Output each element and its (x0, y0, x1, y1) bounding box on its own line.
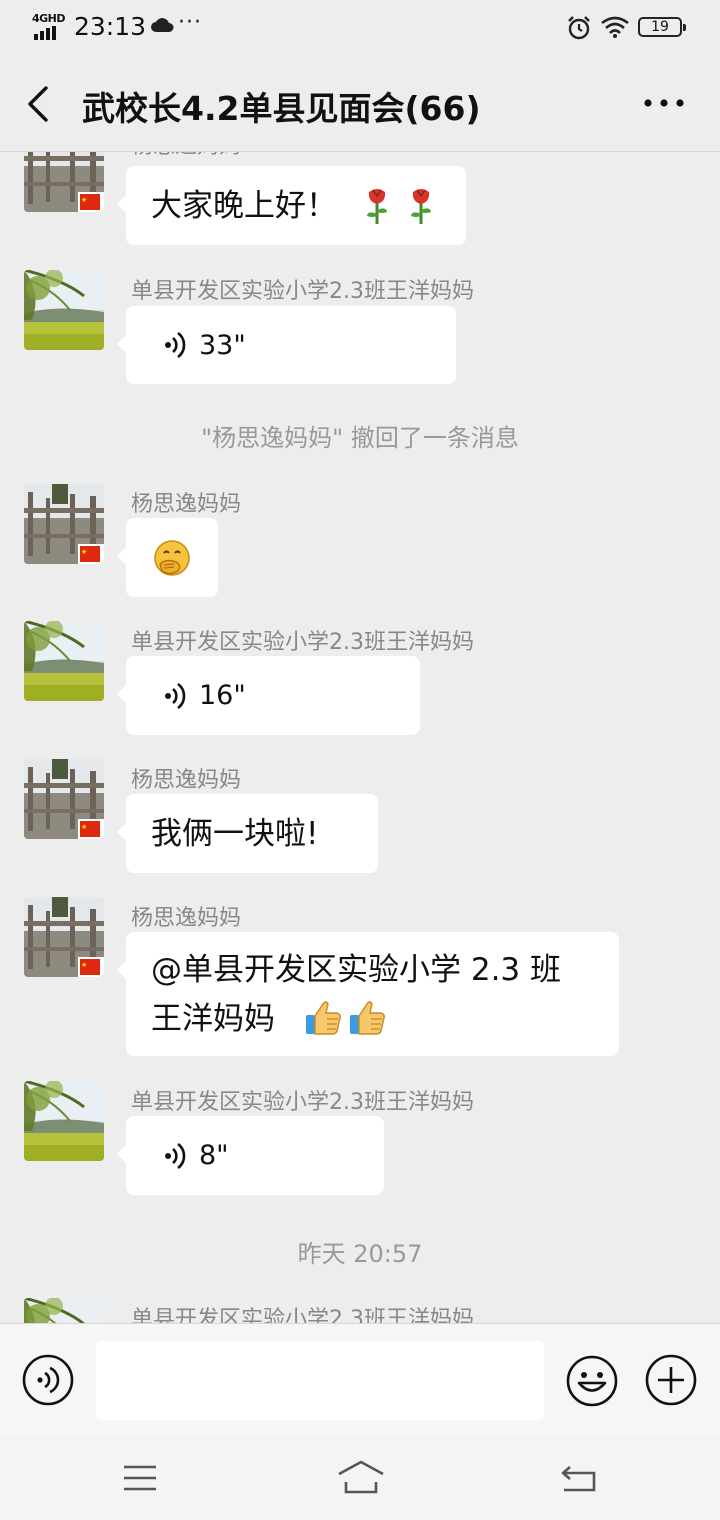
more-horizontal-icon[interactable] (640, 88, 688, 118)
voice-input-icon[interactable] (22, 1354, 74, 1406)
clock-time: 23:13 (74, 12, 147, 41)
alarm-clock-icon (568, 16, 590, 40)
battery-icon: 19 (638, 17, 686, 37)
home-icon[interactable] (336, 1458, 386, 1498)
message-list[interactable]: 杨思逸妈妈 大家晚上好！ 单县开发区实验小学2.3班王洋妈妈 (0, 152, 720, 1323)
status-bar: 4GHD 23:13 ··· 19 (0, 0, 720, 56)
avatar[interactable] (24, 1081, 104, 1161)
avatar[interactable] (24, 152, 104, 212)
message-bubble[interactable]: 我俩一块啦! (117, 794, 378, 873)
network-type-label: 4GHD (32, 12, 66, 25)
message-bubble[interactable]: 大家晚上好！ (117, 166, 466, 245)
cloud-icon (151, 18, 174, 32)
sender-name: 单县开发区实验小学2.3班王洋妈妈 (131, 1090, 474, 1115)
sender-name: 杨思逸妈妈 (131, 492, 242, 517)
avatar[interactable] (24, 759, 104, 839)
back-arrow-icon[interactable] (558, 1458, 602, 1498)
sender-name: 杨思逸妈妈 (131, 768, 242, 793)
rose-emoji-icon (411, 189, 431, 224)
sender-name: 单县开发区实验小学2.3班王洋妈妈 (131, 630, 474, 655)
avatar[interactable] (24, 1298, 104, 1323)
message-bubble[interactable]: 🤭 (117, 518, 218, 597)
voice-wave-icon (163, 331, 186, 359)
timestamp-divider: 昨天 20:57 (297, 1240, 423, 1268)
chat-input-bar (0, 1323, 720, 1436)
voice-message-bubble[interactable]: 8" (117, 1116, 384, 1195)
voice-duration: 8" (199, 1140, 229, 1171)
message-text-line: @单县开发区实验小学 2.3 班 (151, 952, 562, 988)
system-navigation-bar (0, 1436, 720, 1520)
voice-message-bubble[interactable]: 33" (117, 306, 456, 384)
menu-icon[interactable] (118, 1458, 162, 1498)
sender-name: 杨思逸妈妈 (131, 152, 241, 160)
message-input[interactable] (96, 1341, 544, 1420)
thumbs-up-emoji-icon (350, 1001, 385, 1035)
voice-wave-icon (163, 682, 186, 709)
system-notice: "杨思逸妈妈" 撤回了一条消息 (201, 424, 519, 452)
avatar[interactable] (24, 484, 104, 564)
sender-name: 杨思逸妈妈 (131, 906, 242, 931)
message-text: 我俩一块啦! (151, 816, 319, 852)
message-text: 大家晚上好！ (151, 188, 337, 224)
sender-name: 单县开发区实验小学2.3班王洋妈妈 (131, 279, 474, 304)
chat-header: 武校长4.2单县见面会(66) (0, 56, 720, 152)
voice-wave-icon (163, 1142, 186, 1169)
sender-name: 单县开发区实验小学2.3班王洋妈妈 (131, 1307, 474, 1323)
message-bubble[interactable]: @单县开发区实验小学 2.3 班 王洋妈妈 (117, 932, 619, 1056)
plus-icon[interactable] (645, 1354, 697, 1406)
wifi-icon (601, 16, 629, 38)
message-text-line: 王洋妈妈 (151, 1001, 275, 1037)
thumbs-up-emoji-icon (306, 1001, 341, 1035)
voice-message-bubble[interactable]: 16" (117, 656, 420, 735)
chevron-left-icon[interactable] (20, 82, 60, 126)
rose-emoji-icon (367, 189, 387, 224)
avatar[interactable] (24, 897, 104, 977)
avatar[interactable] (24, 270, 104, 350)
cellular-signal-icon: 4GHD (32, 12, 72, 40)
battery-level: 19 (651, 19, 669, 35)
notification-overflow: ··· (178, 10, 202, 35)
hand-over-mouth-emoji-icon (154, 540, 190, 576)
voice-duration: 16" (199, 680, 246, 711)
avatar[interactable] (24, 621, 104, 701)
voice-duration: 33" (199, 329, 246, 361)
emoji-icon[interactable] (565, 1354, 619, 1408)
chat-title: 武校长4.2单县见面会(66) (82, 89, 481, 128)
